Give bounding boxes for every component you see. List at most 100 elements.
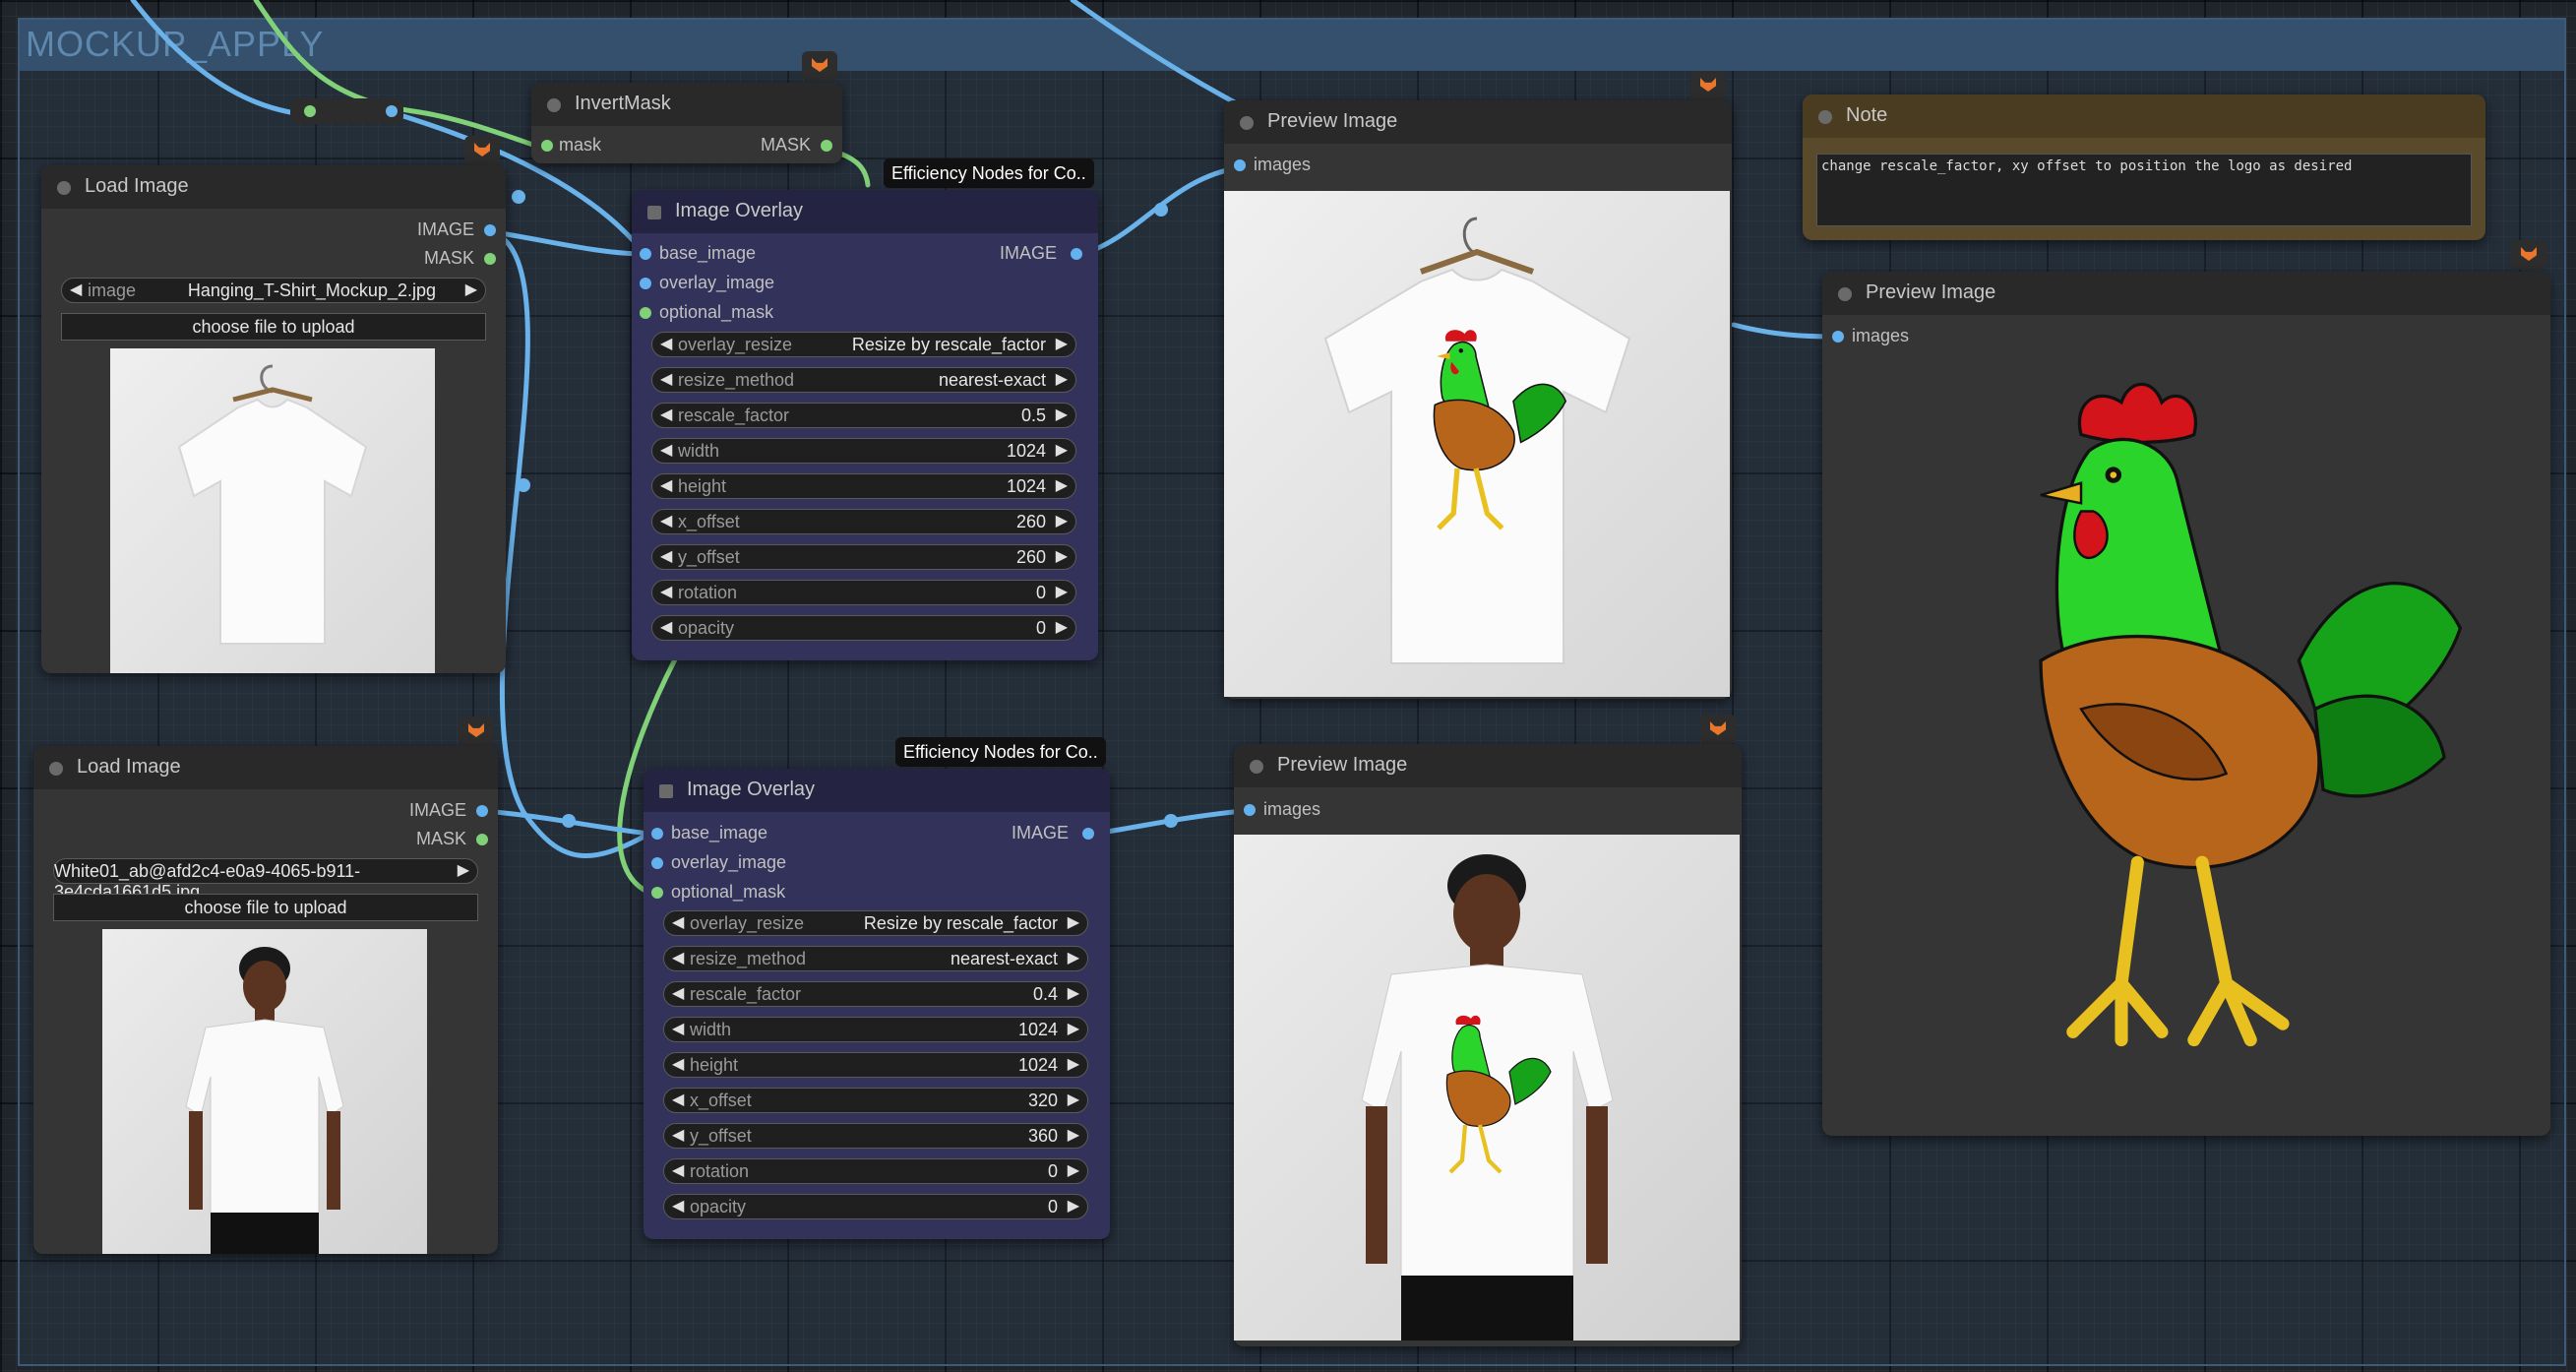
- preview-image-node-2[interactable]: Preview Image images: [1822, 272, 2550, 1136]
- node-header[interactable]: Preview Image: [1234, 744, 1742, 787]
- prev-arrow-icon[interactable]: ◀: [672, 983, 684, 1003]
- next-arrow-icon[interactable]: ▶: [1068, 1019, 1079, 1038]
- load-image-node-1[interactable]: Load Image IMAGE MASK ◀ image Hanging_T-…: [41, 165, 506, 673]
- widget-width[interactable]: ◀ width 1024 ▶: [651, 438, 1076, 464]
- widget-resize-method[interactable]: ◀ resize_method nearest-exact ▶: [663, 946, 1088, 971]
- prev-arrow-icon[interactable]: ◀: [672, 1196, 684, 1216]
- next-arrow-icon[interactable]: ▶: [1056, 617, 1068, 637]
- upload-button[interactable]: choose file to upload: [61, 313, 486, 341]
- overlay-image-port[interactable]: [640, 278, 651, 289]
- prev-arrow-icon[interactable]: ◀: [672, 1019, 684, 1038]
- next-arrow-icon[interactable]: ▶: [1068, 1160, 1079, 1180]
- image-output-port[interactable]: [484, 224, 496, 236]
- images-input-port[interactable]: [1234, 159, 1246, 171]
- upload-button[interactable]: choose file to upload: [53, 894, 478, 921]
- widget-opacity[interactable]: ◀ opacity 0 ▶: [663, 1194, 1088, 1219]
- widget-x-offset[interactable]: ◀ x_offset 320 ▶: [663, 1088, 1088, 1113]
- next-arrow-icon[interactable]: ▶: [465, 280, 477, 299]
- prev-arrow-icon[interactable]: ◀: [70, 280, 82, 299]
- prev-arrow-icon[interactable]: ◀: [660, 546, 672, 566]
- image-overlay-node-2[interactable]: Image Overlay base_image IMAGE overlay_i…: [644, 769, 1110, 1239]
- node-header[interactable]: Image Overlay: [644, 769, 1110, 812]
- node-header[interactable]: Preview Image: [1224, 100, 1732, 144]
- base-image-port[interactable]: [640, 248, 651, 260]
- next-arrow-icon[interactable]: ▶: [1056, 546, 1068, 566]
- prev-arrow-icon[interactable]: ◀: [672, 948, 684, 967]
- image-select[interactable]: ◀ image Hanging_T-Shirt_Mockup_2.jpg ▶: [61, 278, 486, 303]
- next-arrow-icon[interactable]: ▶: [1056, 475, 1068, 495]
- widget-resize-method[interactable]: ◀ resize_method nearest-exact ▶: [651, 367, 1076, 393]
- widget-height[interactable]: ◀ height 1024 ▶: [663, 1052, 1088, 1078]
- preview-image-node-1[interactable]: Preview Image images: [1224, 100, 1732, 699]
- node-header[interactable]: Load Image: [33, 746, 498, 789]
- next-arrow-icon[interactable]: ▶: [1068, 912, 1079, 932]
- collapse-square[interactable]: [647, 206, 661, 219]
- node-header[interactable]: Image Overlay: [632, 190, 1098, 233]
- next-arrow-icon[interactable]: ▶: [1056, 582, 1068, 601]
- collapse-dot[interactable]: [1250, 760, 1263, 774]
- mask-output-port[interactable]: [476, 834, 488, 845]
- prev-arrow-icon[interactable]: ◀: [660, 440, 672, 460]
- overlay-image-port[interactable]: [651, 857, 663, 869]
- preview-image-node-3[interactable]: Preview Image images: [1234, 744, 1742, 1346]
- next-arrow-icon[interactable]: ▶: [1068, 948, 1079, 967]
- prev-arrow-icon[interactable]: ◀: [672, 912, 684, 932]
- node-header[interactable]: InvertMask: [531, 83, 842, 126]
- collapse-dot[interactable]: [1240, 116, 1254, 130]
- widget-rotation[interactable]: ◀ rotation 0 ▶: [663, 1158, 1088, 1184]
- widget-width[interactable]: ◀ width 1024 ▶: [663, 1017, 1088, 1042]
- prev-arrow-icon[interactable]: ◀: [672, 1125, 684, 1145]
- collapse-square[interactable]: [659, 784, 673, 798]
- prev-arrow-icon[interactable]: ◀: [660, 334, 672, 353]
- prev-arrow-icon[interactable]: ◀: [660, 511, 672, 530]
- widget-rotation[interactable]: ◀ rotation 0 ▶: [651, 580, 1076, 605]
- invert-mask-node[interactable]: InvertMask mask MASK: [531, 83, 842, 163]
- workflow-canvas[interactable]: MOCKUP_APPLY InvertMask mask MASK Load I…: [0, 0, 2576, 1372]
- next-arrow-icon[interactable]: ▶: [1056, 369, 1068, 389]
- image-output-port[interactable]: [1071, 248, 1082, 260]
- next-arrow-icon[interactable]: ▶: [1068, 983, 1079, 1003]
- collapse-dot[interactable]: [57, 181, 71, 195]
- prev-arrow-icon[interactable]: ◀: [660, 405, 672, 424]
- next-arrow-icon[interactable]: ▶: [1056, 405, 1068, 424]
- prev-arrow-icon[interactable]: ◀: [672, 1090, 684, 1109]
- optional-mask-port[interactable]: [640, 307, 651, 319]
- widget-y-offset[interactable]: ◀ y_offset 360 ▶: [663, 1123, 1088, 1149]
- widget-x-offset[interactable]: ◀ x_offset 260 ▶: [651, 509, 1076, 534]
- mask-input-port[interactable]: [541, 140, 553, 152]
- note-textarea[interactable]: change rescale_factor, xy offset to posi…: [1816, 154, 2472, 226]
- group-header[interactable]: MOCKUP_APPLY: [20, 20, 2564, 71]
- images-input-port[interactable]: [1832, 331, 1844, 343]
- next-arrow-icon[interactable]: ▶: [458, 860, 469, 880]
- mask-output-port[interactable]: [821, 140, 832, 152]
- note-node[interactable]: Note change rescale_factor, xy offset to…: [1803, 94, 2485, 240]
- next-arrow-icon[interactable]: ▶: [1068, 1054, 1079, 1074]
- image-output-port[interactable]: [476, 805, 488, 817]
- next-arrow-icon[interactable]: ▶: [1056, 511, 1068, 530]
- mask-output-port[interactable]: [484, 253, 496, 265]
- collapse-dot[interactable]: [1838, 287, 1852, 301]
- prev-arrow-icon[interactable]: ◀: [672, 1160, 684, 1180]
- collapse-dot[interactable]: [1818, 110, 1832, 124]
- next-arrow-icon[interactable]: ▶: [1056, 440, 1068, 460]
- node-header[interactable]: Load Image: [41, 165, 506, 209]
- load-image-node-2[interactable]: Load Image IMAGE MASK White01_ab@afd2c4-…: [33, 746, 498, 1254]
- widget-height[interactable]: ◀ height 1024 ▶: [651, 473, 1076, 499]
- collapse-dot[interactable]: [547, 98, 561, 112]
- prev-arrow-icon[interactable]: ◀: [660, 369, 672, 389]
- optional-mask-port[interactable]: [651, 887, 663, 899]
- images-input-port[interactable]: [1244, 804, 1256, 816]
- collapse-dot[interactable]: [49, 762, 63, 776]
- next-arrow-icon[interactable]: ▶: [1056, 334, 1068, 353]
- node-header[interactable]: Preview Image: [1822, 272, 2550, 315]
- prev-arrow-icon[interactable]: ◀: [672, 1054, 684, 1074]
- next-arrow-icon[interactable]: ▶: [1068, 1125, 1079, 1145]
- prev-arrow-icon[interactable]: ◀: [660, 617, 672, 637]
- node-header[interactable]: Note: [1803, 94, 2485, 138]
- image-overlay-node-1[interactable]: Image Overlay base_image IMAGE overlay_i…: [632, 190, 1098, 660]
- widget-overlay-resize[interactable]: ◀ overlay_resize Resize by rescale_factor ▶: [663, 910, 1088, 936]
- widget-opacity[interactable]: ◀ opacity 0 ▶: [651, 615, 1076, 641]
- image-output-port[interactable]: [1082, 828, 1094, 840]
- prev-arrow-icon[interactable]: ◀: [660, 475, 672, 495]
- image-select[interactable]: White01_ab@afd2c4-e0a9-4065-b911-3e4cda1…: [53, 858, 478, 902]
